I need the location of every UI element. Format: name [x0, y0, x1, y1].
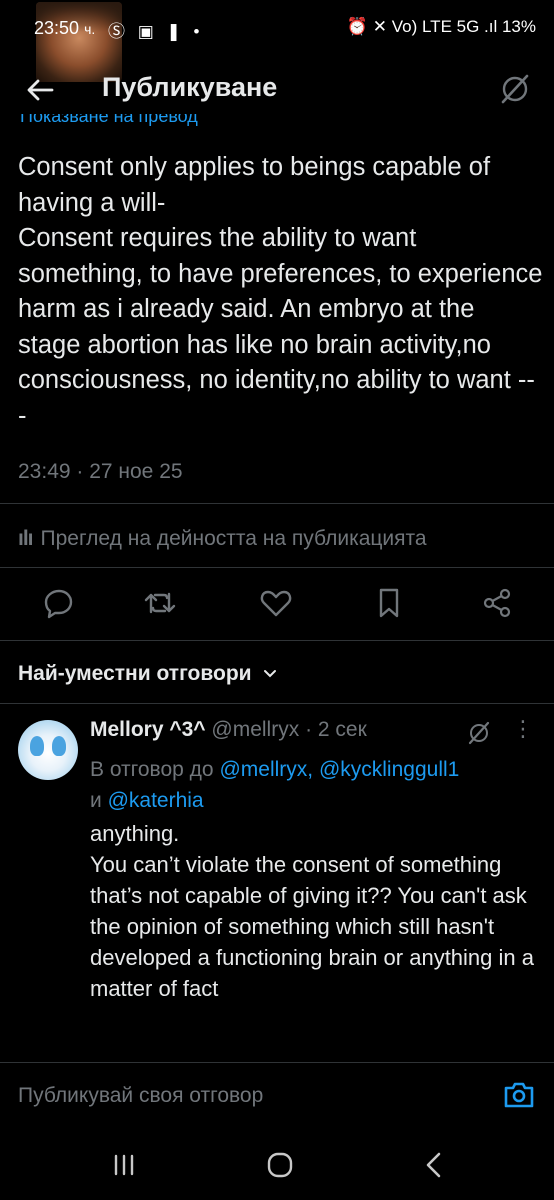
post-analytics-link[interactable]: ılı Преглед на дейността на публикацията	[18, 527, 427, 551]
reply-age: · 2 сек	[305, 718, 367, 741]
show-translation-link[interactable]: Показване на превод	[20, 114, 198, 132]
status-time: 23:50 ч.	[34, 18, 96, 38]
grok-icon[interactable]	[498, 72, 532, 106]
reply-handle[interactable]: @mellryx	[211, 718, 299, 741]
recent-apps-icon[interactable]	[104, 1148, 144, 1182]
mention-link[interactable]: @mellryx,	[219, 758, 313, 781]
divider	[0, 503, 554, 504]
post-text: Consent only applies to beings capable o…	[18, 153, 543, 430]
back-arrow-icon[interactable]	[24, 74, 56, 106]
page-title: Публикуване	[102, 72, 278, 102]
divider	[0, 703, 554, 704]
chevron-down-icon	[264, 670, 277, 678]
notification-icons: Ⓢ ▣ ❚ •	[108, 22, 204, 41]
bookmark-icon[interactable]	[372, 586, 406, 620]
reply-compose-input[interactable]: Публикувай своя отговор	[18, 1084, 263, 1108]
like-heart-icon[interactable]	[259, 586, 293, 620]
more-options-icon[interactable]: ⋮	[512, 716, 534, 742]
reply-display-name[interactable]: Mellory ^3^	[90, 718, 206, 741]
analytics-icon: ılı	[18, 527, 33, 550]
replying-to-line: В отговор до @mellryx, @kycklinggull1 и …	[90, 758, 460, 812]
share-icon[interactable]	[480, 586, 514, 620]
reply-author-line[interactable]: Mellory ^3^ @mellryx · 2 сек	[90, 718, 367, 742]
repost-icon[interactable]	[143, 586, 177, 620]
post-timestamp[interactable]: 23:49 · 27 ное 25	[18, 460, 183, 484]
home-icon[interactable]	[260, 1148, 300, 1182]
reply-author-avatar[interactable]	[18, 720, 78, 780]
divider	[0, 567, 554, 568]
divider	[0, 1062, 554, 1063]
reply-text: anything. You can’t violate the consent …	[90, 821, 534, 1001]
replies-sort-dropdown[interactable]: Най-уместни отговори	[18, 662, 277, 686]
back-nav-icon[interactable]	[414, 1148, 454, 1182]
mention-link[interactable]: @kycklinggull1	[319, 758, 459, 781]
system-status-icons: ⏰ ✕ Vo) LTE 5G .ıl 13%	[346, 17, 536, 36]
camera-icon[interactable]	[502, 1078, 536, 1112]
reply-icon[interactable]	[42, 586, 76, 620]
mention-link[interactable]: @katerhia	[108, 789, 204, 812]
divider	[0, 640, 554, 641]
grok-icon[interactable]	[466, 720, 492, 746]
